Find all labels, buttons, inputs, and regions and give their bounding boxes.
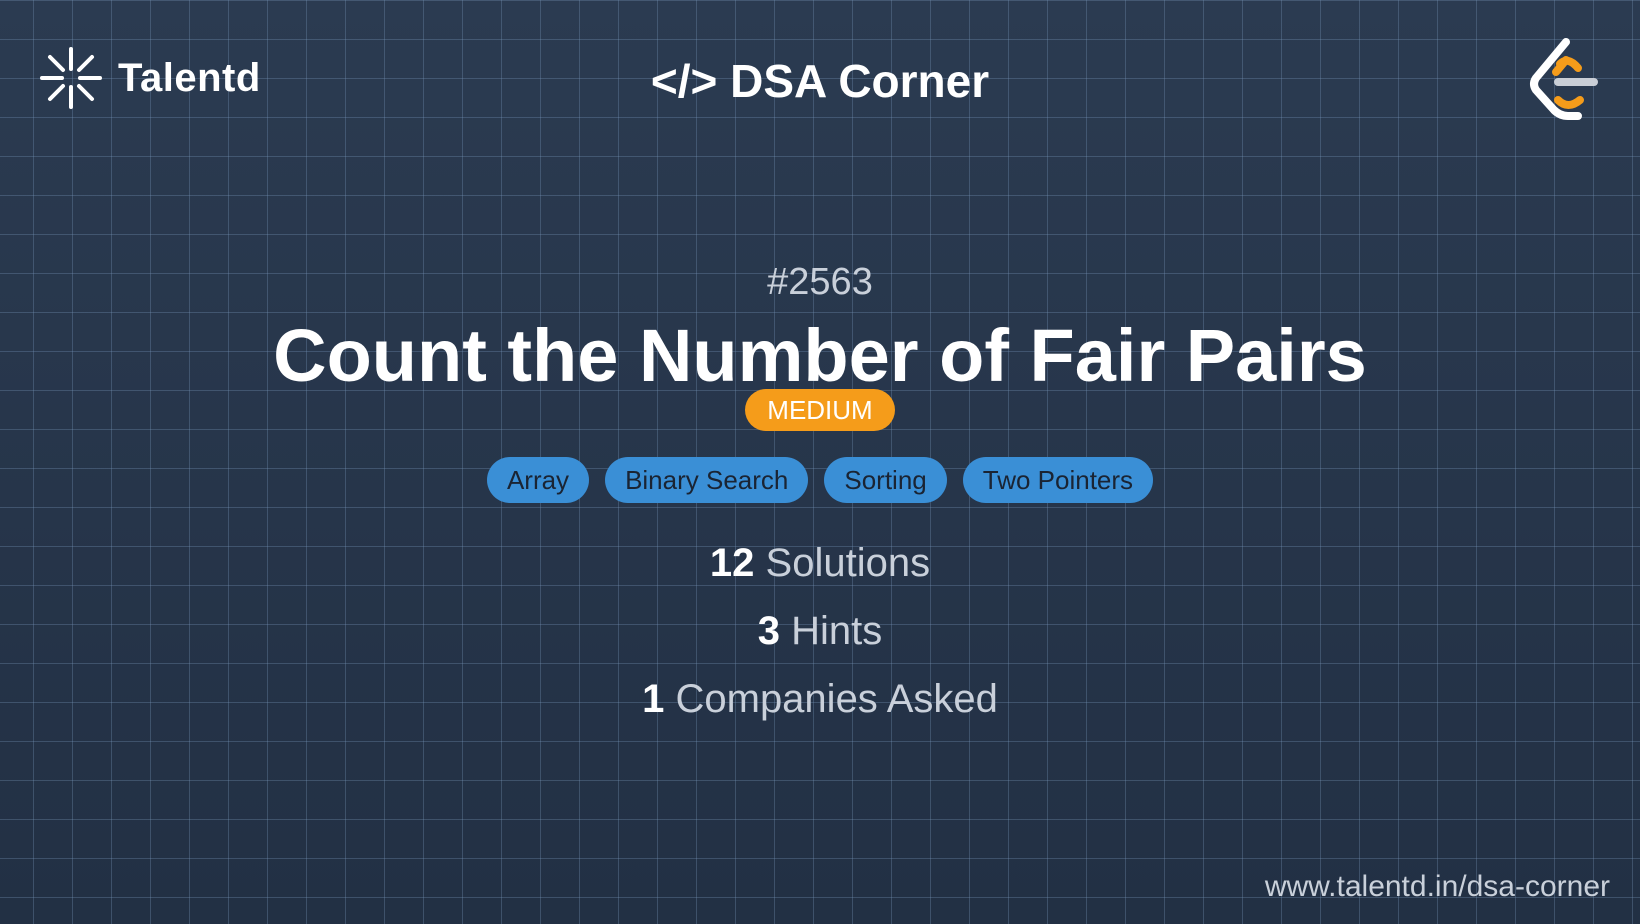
stats-list: 12 Solutions 3 Hints 1 Companies Asked — [0, 539, 1640, 723]
stat-hints-label: Hints — [791, 609, 883, 653]
leetcode-logo-icon — [1530, 38, 1598, 120]
stat-companies: 1 Companies Asked — [0, 675, 1640, 723]
stat-companies-count: 1 — [642, 677, 665, 721]
problem-number: #2563 — [767, 261, 873, 303]
stat-solutions: 12 Solutions — [0, 539, 1640, 587]
tag-list: Array Binary Search Sorting Two Pointers — [0, 457, 1640, 503]
tag-binary-search: Binary Search — [605, 457, 809, 503]
page-header-title: </> DSA Corner — [650, 55, 990, 107]
tag-two-pointers: Two Pointers — [962, 457, 1154, 503]
stat-hints-count: 3 — [757, 609, 780, 653]
stat-solutions-count: 12 — [709, 541, 755, 585]
problem-title: Count the Number of Fair Pairs — [273, 314, 1367, 397]
stat-solutions-label: Solutions — [765, 541, 931, 585]
tag-array: Array — [486, 457, 590, 503]
footer-url: www.talentd.in/dsa-corner — [1264, 870, 1610, 903]
tag-sorting: Sorting — [824, 457, 947, 503]
stat-hints: 3 Hints — [0, 607, 1640, 655]
stat-companies-label: Companies Asked — [675, 677, 998, 721]
problem-card: #2563 Count the Number of Fair Pairs MED… — [0, 255, 1640, 743]
difficulty-badge: MEDIUM — [745, 389, 895, 431]
